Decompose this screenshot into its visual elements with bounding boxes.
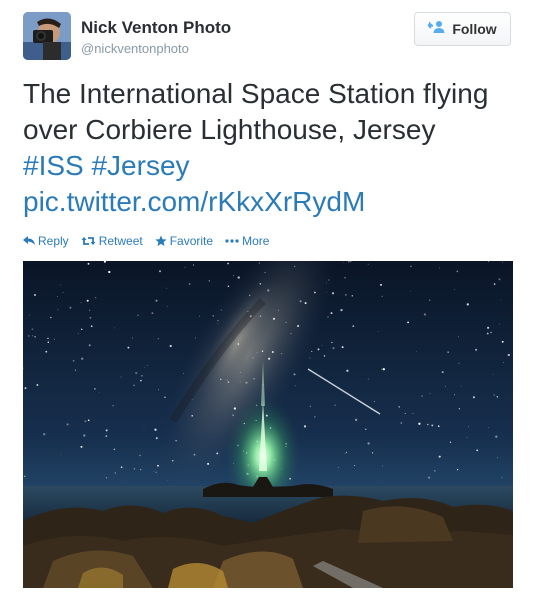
reply-label: Reply xyxy=(38,234,69,248)
reply-button[interactable]: Reply xyxy=(23,234,69,248)
tweet-text: The International Space Station flying o… xyxy=(23,76,523,220)
favorite-label: Favorite xyxy=(169,234,214,248)
tweet-card: Nick Venton Photo @nickventonphoto Follo… xyxy=(0,0,537,601)
pic-link[interactable]: pic.twitter.com/rKkxXrRydM xyxy=(23,184,523,220)
more-button[interactable]: More xyxy=(225,234,269,248)
avatar[interactable] xyxy=(23,12,71,60)
tweet-actions: Reply Retweet Favorite More xyxy=(23,234,281,248)
hashtag-jersey-link[interactable]: #Jersey xyxy=(91,150,189,181)
reply-arrow-icon xyxy=(23,236,35,245)
night-sky-lighthouse-image xyxy=(23,261,513,588)
more-label: More xyxy=(242,234,270,248)
ellipsis-icon xyxy=(225,239,239,243)
retweet-icon xyxy=(81,237,96,245)
tweet-text-line: over Corbiere Lighthouse, Jersey xyxy=(23,114,436,145)
hashtag-line: #ISS #Jersey xyxy=(23,148,523,184)
tweet-text-line: The International Space Station flying xyxy=(23,78,489,109)
follow-label: Follow xyxy=(452,21,497,37)
author-name[interactable]: Nick Venton Photo xyxy=(81,18,231,38)
add-user-icon xyxy=(427,20,446,39)
favorite-button[interactable]: Favorite xyxy=(155,234,213,248)
follow-button[interactable]: Follow xyxy=(414,12,511,46)
author-handle[interactable]: @nickventonphoto xyxy=(81,41,189,56)
retweet-button[interactable]: Retweet xyxy=(81,234,143,248)
avatar-photo xyxy=(23,12,71,60)
hashtag-iss-link[interactable]: #ISS xyxy=(23,150,84,181)
retweet-label: Retweet xyxy=(98,234,143,248)
star-icon xyxy=(155,235,167,246)
tweet-photo[interactable] xyxy=(23,261,513,588)
